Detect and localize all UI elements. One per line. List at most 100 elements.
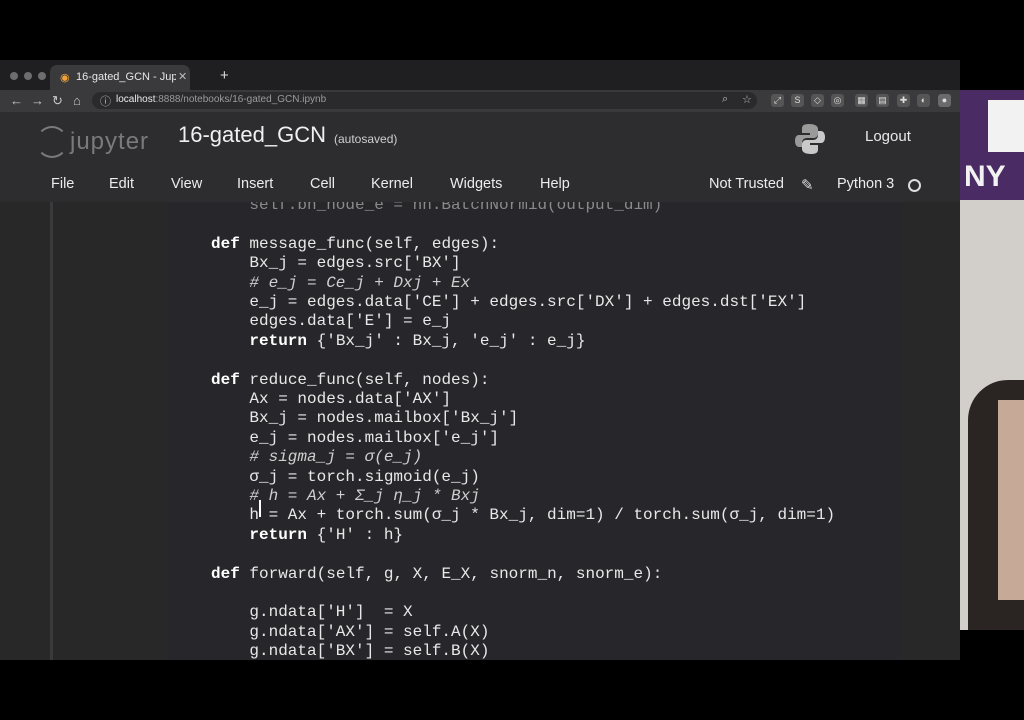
extension-icon[interactable]: S bbox=[791, 94, 804, 107]
forward-icon[interactable]: → bbox=[31, 93, 44, 108]
code-text: # e_j = Ce_j + Dxj + Ex bbox=[249, 273, 471, 292]
presenter-face bbox=[998, 400, 1024, 600]
code-text: e_j = nodes.mailbox['e_j'] bbox=[249, 428, 500, 447]
code-line[interactable]: Ax = nodes.data['AX'] bbox=[249, 390, 451, 409]
presenter-video bbox=[960, 200, 1024, 630]
code-text: self.bn_node_e = nn.BatchNorm1d(output_d… bbox=[249, 202, 663, 214]
code-text: # h = Ax + Σ_j η_j * Bxj bbox=[249, 487, 480, 505]
close-window-button[interactable] bbox=[10, 72, 18, 80]
code-keyword: def bbox=[211, 234, 240, 253]
kernel-idle-indicator-icon bbox=[908, 179, 921, 192]
code-comment-line[interactable]: # sigma_j = σ(e_j) bbox=[249, 448, 422, 467]
code-editor[interactable]: self.bn_node_e = nn.BatchNorm1d(output_d… bbox=[168, 202, 902, 660]
logout-button[interactable]: Logout bbox=[865, 128, 911, 145]
edit-mode-pencil-icon: ✎ bbox=[801, 177, 814, 194]
code-line[interactable]: e_j = nodes.mailbox['e_j'] bbox=[249, 429, 499, 448]
code-line[interactable]: self.bn_node_e = nn.BatchNorm1d(output_d… bbox=[249, 202, 662, 215]
code-keyword: return bbox=[249, 525, 307, 544]
trust-status-button[interactable]: Not Trusted bbox=[709, 176, 784, 192]
code-text: message_func(self, edges): bbox=[249, 234, 500, 253]
extensions-puzzle-icon[interactable]: ✚ bbox=[897, 94, 910, 107]
menu-kernel[interactable]: Kernel bbox=[371, 176, 413, 192]
code-text: e_j = edges.data['CE'] + edges.src['DX']… bbox=[249, 293, 807, 311]
code-text: g.ndata['AX'] = self.A(X) bbox=[249, 622, 490, 641]
extension-icon[interactable]: ◐ bbox=[917, 94, 930, 107]
code-keyword: return bbox=[249, 331, 307, 350]
extension-icon[interactable]: ▦ bbox=[855, 94, 868, 107]
cell-selection-bar bbox=[50, 202, 53, 660]
profile-avatar[interactable]: ● bbox=[938, 94, 951, 107]
code-text: Ax = nodes.data['AX'] bbox=[249, 390, 452, 408]
browser-tab[interactable]: ◉ 16-gated_GCN - Jupyter Notebook ✕ bbox=[50, 65, 190, 90]
code-line[interactable]: e_j = edges.data['CE'] + edges.src['DX']… bbox=[249, 293, 806, 312]
code-text: g.ndata['H'] = X bbox=[249, 603, 413, 622]
jupyter-logo-icon bbox=[36, 126, 68, 158]
code-line[interactable]: g.ndata['H'] = X bbox=[249, 603, 412, 622]
extension-icon[interactable]: ▤ bbox=[876, 94, 889, 107]
tab-title: 16-gated_GCN - Jupyter Notebook bbox=[76, 71, 176, 83]
menu-insert[interactable]: Insert bbox=[237, 176, 273, 192]
code-comment-line[interactable]: # e_j = Ce_j + Dxj + Ex bbox=[249, 274, 470, 293]
site-info-icon[interactable]: ⓘ bbox=[100, 93, 111, 109]
kernel-name[interactable]: Python 3 bbox=[837, 176, 894, 192]
notebook-title[interactable]: 16-gated_GCN bbox=[178, 122, 326, 148]
code-line[interactable]: def forward(self, g, X, E_X, snorm_n, sn… bbox=[211, 565, 662, 584]
jupyter-header: jupyter 16-gated_GCN (autosaved) Logout … bbox=[0, 112, 960, 208]
notebook-area: self.bn_node_e = nn.BatchNorm1d(output_d… bbox=[0, 202, 960, 660]
presenter-video-panel: NY bbox=[960, 90, 1024, 630]
back-icon[interactable]: ← bbox=[10, 93, 23, 108]
code-line[interactable]: g.ndata['BX'] = self.B(X) bbox=[249, 642, 489, 660]
code-text: {'Bx_j' : Bx_j, 'e_j' : e_j} bbox=[316, 331, 586, 350]
code-text: g.ndata['BX'] = self.B(X) bbox=[249, 642, 490, 660]
minimize-window-button[interactable] bbox=[24, 72, 32, 80]
code-keyword: def bbox=[211, 370, 240, 389]
home-icon[interactable]: ⌂ bbox=[73, 93, 81, 108]
code-keyword: def bbox=[211, 564, 240, 583]
jupyter-logo-text: jupyter bbox=[70, 128, 150, 155]
code-line[interactable]: Bx_j = nodes.mailbox['Bx_j'] bbox=[249, 409, 518, 428]
browser-window: ◉ 16-gated_GCN - Jupyter Notebook ✕ + ← … bbox=[0, 60, 960, 660]
code-cell[interactable]: self.bn_node_e = nn.BatchNorm1d(output_d… bbox=[168, 202, 902, 660]
nyu-torch-logo bbox=[988, 100, 1024, 152]
url-bar[interactable]: ⓘ localhost:8888/notebooks/16-gated_GCN.… bbox=[92, 92, 757, 109]
new-tab-button[interactable]: + bbox=[220, 67, 229, 84]
menu-help[interactable]: Help bbox=[540, 176, 570, 192]
code-line[interactable]: return {'H' : h} bbox=[249, 526, 403, 545]
extension-icon[interactable]: ◎ bbox=[831, 94, 844, 107]
jupyter-favicon-icon: ◉ bbox=[60, 72, 70, 84]
nyu-logo-text: NY bbox=[964, 160, 1006, 193]
close-tab-icon[interactable]: ✕ bbox=[178, 70, 187, 83]
code-text: {'H' : h} bbox=[316, 525, 404, 544]
menu-cell[interactable]: Cell bbox=[310, 176, 335, 192]
extension-icon[interactable]: ◇ bbox=[811, 94, 824, 107]
menu-file[interactable]: File bbox=[51, 176, 74, 192]
menu-edit[interactable]: Edit bbox=[109, 176, 134, 192]
code-line[interactable]: edges.data['E'] = e_j bbox=[249, 312, 451, 331]
code-line[interactable]: def reduce_func(self, nodes): bbox=[211, 371, 489, 390]
maximize-window-button[interactable] bbox=[38, 72, 46, 80]
extension-icon[interactable]: ⤢ bbox=[771, 94, 784, 107]
menu-widgets[interactable]: Widgets bbox=[450, 176, 502, 192]
menu-bar: File Edit View Insert Cell Kernel Widget… bbox=[0, 176, 960, 204]
code-text: h = Ax + torch.sum(σ_j * Bx_j, dim=1) / … bbox=[249, 506, 836, 525]
code-line[interactable]: return {'Bx_j' : Bx_j, 'e_j' : e_j} bbox=[249, 332, 585, 351]
code-line[interactable]: Bx_j = edges.src['BX'] bbox=[249, 254, 460, 273]
code-line[interactable]: def message_func(self, edges): bbox=[211, 235, 499, 254]
menu-view[interactable]: View bbox=[171, 176, 202, 192]
code-line[interactable]: σ_j = torch.sigmoid(e_j) bbox=[249, 468, 479, 487]
jupyter-logo[interactable]: jupyter bbox=[36, 122, 166, 162]
code-text: Bx_j = edges.src['BX'] bbox=[249, 254, 461, 273]
python-logo-icon bbox=[795, 124, 825, 154]
tab-strip: ◉ 16-gated_GCN - Jupyter Notebook ✕ + bbox=[0, 60, 960, 90]
code-line[interactable]: h = Ax + torch.sum(σ_j * Bx_j, dim=1) / … bbox=[249, 506, 835, 525]
bookmark-star-icon[interactable]: ☆ bbox=[742, 93, 752, 106]
code-text: reduce_func(self, nodes): bbox=[249, 370, 490, 389]
code-text: # sigma_j = σ(e_j) bbox=[249, 448, 423, 467]
zoom-icon[interactable]: ⌕ bbox=[722, 93, 728, 106]
code-text: edges.data['E'] = e_j bbox=[249, 312, 452, 331]
code-comment-line[interactable]: # h = Ax + Σ_j η_j * Bxj bbox=[249, 487, 479, 506]
reload-icon[interactable]: ↻ bbox=[52, 93, 63, 109]
text-cursor bbox=[259, 500, 261, 517]
code-line[interactable]: g.ndata['AX'] = self.A(X) bbox=[249, 623, 489, 642]
url-text[interactable]: localhost:8888/notebooks/16-gated_GCN.ip… bbox=[116, 94, 326, 105]
